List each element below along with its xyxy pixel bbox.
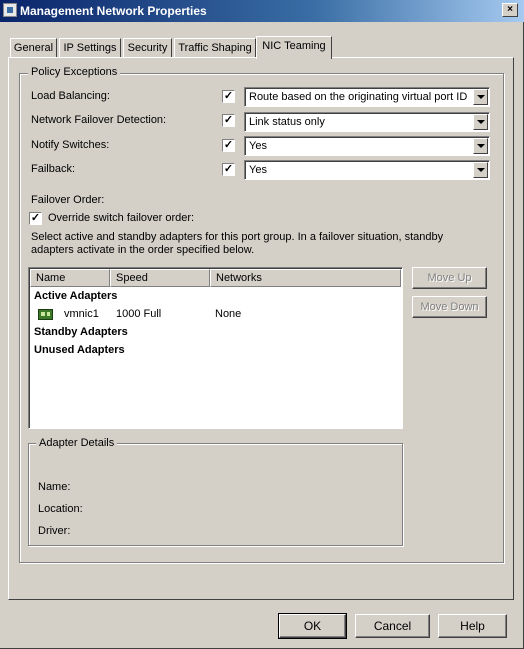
failover-detection-override-checkbox[interactable]: ✓ — [222, 114, 235, 127]
chevron-down-icon[interactable] — [473, 138, 488, 154]
tab-security[interactable]: Security — [123, 38, 172, 57]
tab-traffic-shaping[interactable]: Traffic Shaping — [174, 38, 256, 57]
failback-select[interactable]: Yes — [244, 160, 490, 180]
window-title: Management Network Properties — [20, 4, 207, 18]
chevron-down-icon[interactable] — [473, 114, 488, 130]
move-down-button[interactable]: Move Down — [412, 296, 487, 318]
column-header-name[interactable]: Name — [30, 269, 110, 287]
load-balancing-select[interactable]: Route based on the originating virtual p… — [244, 87, 490, 107]
adapter-driver-label: Driver: — [38, 525, 71, 537]
adapter-location-label: Location: — [38, 503, 83, 515]
adapter-details-group — [28, 443, 403, 546]
override-failover-order-label: Override switch failover order: — [48, 212, 195, 224]
active-adapters-heading: Active Adapters — [34, 290, 118, 302]
failover-instructions-line1: Select active and standby adapters for t… — [31, 231, 444, 243]
network-failover-detection-label: Network Failover Detection: — [31, 114, 167, 126]
adapter-speed-cell[interactable]: 1000 Full — [116, 308, 161, 320]
column-header-networks[interactable]: Networks — [210, 269, 401, 287]
title-bar: Management Network Properties × — [0, 0, 524, 22]
ok-button[interactable]: OK — [278, 613, 347, 639]
notify-switches-value: Yes — [249, 140, 267, 152]
adapter-list[interactable]: Name Speed Networks Active Adapters vmni… — [28, 267, 403, 429]
close-button[interactable]: × — [502, 3, 518, 17]
failback-override-checkbox[interactable]: ✓ — [222, 163, 235, 176]
failover-order-label: Failover Order: — [31, 194, 105, 206]
move-up-button[interactable]: Move Up — [412, 267, 487, 289]
failover-detection-value: Link status only — [249, 116, 325, 128]
failback-label: Failback: — [31, 163, 76, 175]
load-balancing-override-checkbox[interactable]: ✓ — [222, 90, 235, 103]
adapter-name-label: Name: — [38, 481, 71, 493]
failover-instructions-line2: adapters activate in the order specified… — [31, 244, 255, 256]
notify-switches-select[interactable]: Yes — [244, 136, 490, 156]
window-icon — [3, 3, 17, 17]
tab-ip-settings[interactable]: IP Settings — [59, 38, 121, 57]
load-balancing-value: Route based on the originating virtual p… — [249, 91, 468, 103]
unused-adapters-heading: Unused Adapters — [34, 344, 125, 356]
load-balancing-label: Load Balancing: — [31, 90, 110, 102]
standby-adapters-heading: Standby Adapters — [34, 326, 128, 338]
chevron-down-icon[interactable] — [473, 89, 488, 105]
adapter-details-legend: Adapter Details — [36, 437, 118, 449]
column-header-speed[interactable]: Speed — [110, 269, 210, 287]
help-button[interactable]: Help — [438, 614, 507, 638]
failback-value: Yes — [249, 164, 267, 176]
chevron-down-icon[interactable] — [473, 162, 488, 178]
tab-general[interactable]: General — [10, 38, 57, 57]
policy-exceptions-legend: Policy Exceptions — [28, 66, 121, 78]
notify-switches-override-checkbox[interactable]: ✓ — [222, 139, 235, 152]
network-adapter-icon — [38, 309, 53, 320]
override-failover-order-checkbox[interactable]: ✓ — [29, 212, 42, 225]
notify-switches-label: Notify Switches: — [31, 139, 110, 151]
tab-nic-teaming[interactable]: NIC Teaming — [256, 36, 332, 59]
failover-detection-select[interactable]: Link status only — [244, 112, 490, 132]
adapter-name-cell[interactable]: vmnic1 — [64, 308, 99, 320]
adapter-networks-cell[interactable]: None — [215, 308, 241, 320]
cancel-button[interactable]: Cancel — [355, 614, 430, 638]
